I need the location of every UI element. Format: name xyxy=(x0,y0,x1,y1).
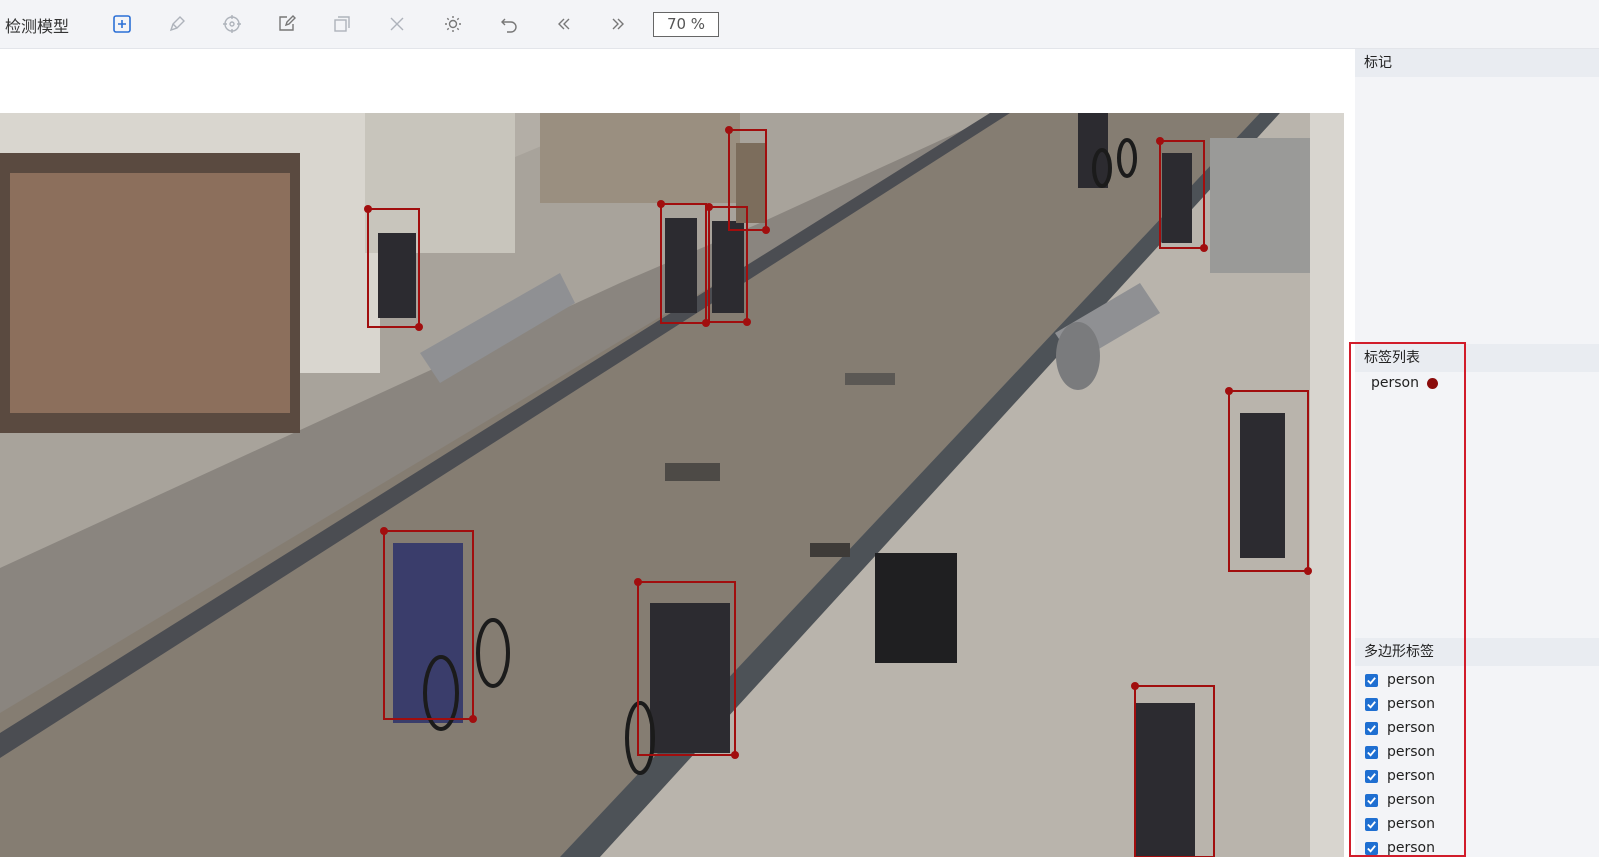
crosshair-button[interactable] xyxy=(222,14,242,34)
polygon-label: person xyxy=(1387,720,1435,736)
checkbox-checked-icon[interactable] xyxy=(1365,673,1378,687)
checkbox-checked-icon[interactable] xyxy=(1365,745,1378,759)
double-left-icon xyxy=(558,18,570,30)
close-icon xyxy=(390,17,404,31)
app-title: 检测模型 xyxy=(5,17,70,36)
polygon-item[interactable]: person xyxy=(1365,744,1435,760)
zoom-level[interactable]: 70 % xyxy=(653,12,719,37)
checkbox-checked-icon[interactable] xyxy=(1365,841,1378,855)
polygon-item[interactable]: person xyxy=(1365,768,1435,784)
labels-section-title: 标签列表 xyxy=(1355,344,1599,372)
label-list-item[interactable]: person xyxy=(1371,375,1438,391)
checkbox-checked-icon[interactable] xyxy=(1365,697,1378,711)
polygons-section-title: 多边形标签 xyxy=(1355,638,1599,666)
copy-icon xyxy=(334,16,350,32)
brightness-button[interactable] xyxy=(443,14,463,34)
polygon-item[interactable]: person xyxy=(1365,816,1435,832)
polygon-label: person xyxy=(1387,744,1435,760)
undo-icon xyxy=(501,18,517,33)
label-name: person xyxy=(1371,375,1419,391)
checkbox-checked-icon[interactable] xyxy=(1365,817,1378,831)
polygon-item[interactable]: person xyxy=(1365,720,1435,736)
sun-icon xyxy=(445,16,461,32)
marks-section-title: 标记 xyxy=(1355,49,1599,77)
polygon-label: person xyxy=(1387,840,1435,856)
edit-icon xyxy=(279,15,296,31)
polygon-label: person xyxy=(1387,672,1435,688)
close-button[interactable] xyxy=(387,14,407,34)
polygon-label: person xyxy=(1387,816,1435,832)
crosshair-icon xyxy=(223,15,241,33)
polygon-item[interactable]: person xyxy=(1365,672,1435,688)
copy-button[interactable] xyxy=(332,14,352,34)
checkbox-checked-icon[interactable] xyxy=(1365,769,1378,783)
prev-button[interactable] xyxy=(554,14,574,34)
canvas-area[interactable] xyxy=(0,49,1344,857)
scene-drawing xyxy=(0,113,1344,857)
right-panel: 标记 标签列表 person 多边形标签 person person perso… xyxy=(1355,49,1599,857)
label-color-dot xyxy=(1427,377,1438,389)
toolbar: 检测模型 70 % xyxy=(0,0,1599,49)
next-button[interactable] xyxy=(608,14,628,34)
double-right-icon xyxy=(612,18,624,30)
polygon-item[interactable]: person xyxy=(1365,696,1435,712)
polygon-label: person xyxy=(1387,696,1435,712)
plus-square-icon xyxy=(113,15,131,33)
pen-button[interactable] xyxy=(167,14,187,34)
polygon-item[interactable]: person xyxy=(1365,792,1435,808)
polygon-label: person xyxy=(1387,792,1435,808)
polygon-item[interactable]: person xyxy=(1365,840,1435,856)
checkbox-checked-icon[interactable] xyxy=(1365,721,1378,735)
pen-icon xyxy=(169,16,185,32)
edit-button[interactable] xyxy=(277,14,297,34)
checkbox-checked-icon[interactable] xyxy=(1365,793,1378,807)
polygon-label: person xyxy=(1387,768,1435,784)
undo-button[interactable] xyxy=(499,14,519,34)
add-box-button[interactable] xyxy=(112,14,132,34)
street-scene-image[interactable] xyxy=(0,113,1344,857)
